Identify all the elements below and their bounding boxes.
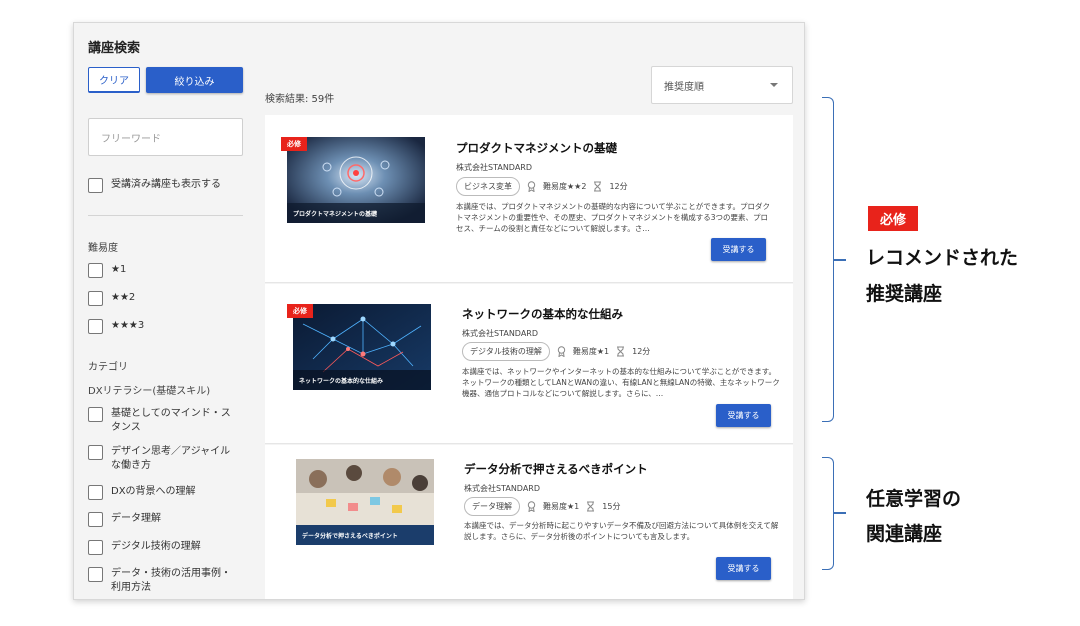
sidebar-title: 講座検索 <box>88 41 141 56</box>
clear-button[interactable]: クリア <box>88 67 140 93</box>
category-pill: データ理解 <box>464 497 520 516</box>
category-pill: デジタル技術の理解 <box>462 342 550 361</box>
required-badge: 必修 <box>287 304 313 318</box>
course-title[interactable]: プロダクトマネジメントの基礎 <box>456 140 617 156</box>
duration-text: 15分 <box>602 502 621 511</box>
category-label: データ・技術の活用事例・利用方法 <box>111 568 231 593</box>
checkbox[interactable] <box>88 445 103 460</box>
thumbnail-caption: データ分析で押さえるべきポイント <box>302 533 398 540</box>
course-company: 株式会社STANDARD <box>464 484 541 493</box>
category-group-label: DXリテラシー(基礎スキル) <box>88 386 211 397</box>
category-option[interactable]: DXの背景への理解 <box>88 485 196 500</box>
checkbox[interactable] <box>88 567 103 582</box>
filter-button[interactable]: 絞り込み <box>146 67 243 93</box>
sidebar-divider <box>88 215 243 216</box>
category-label: デザイン思考／アジャイルな働き方 <box>111 446 231 471</box>
course-meta: デジタル技術の理解 難易度★1 12分 <box>462 342 650 361</box>
category-pill: ビジネス変革 <box>456 177 520 196</box>
course-meta: データ理解 難易度★1 15分 <box>464 497 620 516</box>
results-count: 検索結果: 59件 <box>265 94 335 105</box>
category-heading: カテゴリ <box>88 362 128 373</box>
category-label: DXの背景への理解 <box>111 486 196 497</box>
annotation-optional-line2: 関連講座 <box>866 523 943 545</box>
optional-bracket <box>822 457 834 570</box>
difficulty-heading: 難易度 <box>88 243 118 254</box>
course-company: 株式会社STANDARD <box>456 163 533 172</box>
enroll-button[interactable]: 受講する <box>716 404 771 427</box>
thumbnail-caption: ネットワークの基本的な仕組み <box>299 378 384 385</box>
difficulty-label: ★★★3 <box>111 320 145 331</box>
difficulty-option-1[interactable]: ★1 <box>88 263 126 278</box>
course-thumbnail[interactable]: プロダクトマネジメントの基礎 <box>287 137 425 223</box>
free-word-input[interactable]: フリーワード <box>88 118 243 156</box>
difficulty-text: 難易度★1 <box>543 502 580 511</box>
award-icon <box>526 181 537 192</box>
checkbox[interactable] <box>88 407 103 422</box>
category-option[interactable]: データ・技術の活用事例・利用方法 <box>88 567 238 595</box>
hourglass-icon <box>615 346 626 357</box>
difficulty-label: ★1 <box>111 264 127 275</box>
course-description: 本講座では、プロダクトマネジメントの基礎的な内容について学ぶことができます。プロ… <box>456 202 771 233</box>
course-description: 本講座では、ネットワークやインターネットの基本的な仕組みについて学ぶことができま… <box>462 367 780 398</box>
category-label: 基礎としてのマインド・スタンス <box>111 408 231 433</box>
checkbox[interactable] <box>88 319 103 334</box>
checkbox[interactable] <box>88 263 103 278</box>
difficulty-option-3[interactable]: ★★★3 <box>88 319 144 334</box>
checkbox[interactable] <box>88 512 103 527</box>
enroll-button[interactable]: 受講する <box>716 557 771 580</box>
difficulty-text: 難易度★1 <box>572 347 610 356</box>
difficulty-text: 難易度★★2 <box>543 182 587 191</box>
search-sidebar: 講座検索 クリア 絞り込み フリーワード 受講済み講座も表示する 難易度 ★1 … <box>74 23 254 599</box>
course-card[interactable]: データ分析で押さえるべきポイント データ分析で押さえるべきポイント 株式会社ST… <box>265 445 793 599</box>
course-description: 本講座では、データ分析時に起こりやすいデータ不備及び回避方法について具体例を交え… <box>464 521 779 541</box>
checkbox[interactable] <box>88 178 103 193</box>
category-label: データ理解 <box>111 513 161 524</box>
annotation-optional-line1: 任意学習の <box>866 488 962 510</box>
sort-select[interactable]: 推奨度順 <box>651 66 793 104</box>
course-title[interactable]: データ分析で押さえるべきポイント <box>464 461 648 477</box>
course-meta: ビジネス変革 難易度★★2 12分 <box>456 177 628 196</box>
annotation-recommended-line1: レコメンドされた <box>866 247 1019 269</box>
category-option[interactable]: データ理解 <box>88 512 161 527</box>
course-search-window: 講座検索 クリア 絞り込み フリーワード 受講済み講座も表示する 難易度 ★1 … <box>73 22 805 600</box>
show-completed-option[interactable]: 受講済み講座も表示する <box>88 178 221 193</box>
checkbox[interactable] <box>88 540 103 555</box>
course-thumbnail[interactable]: ネットワークの基本的な仕組み <box>293 304 431 390</box>
category-option[interactable]: デザイン思考／アジャイルな働き方 <box>88 445 238 473</box>
chevron-down-icon <box>770 83 778 87</box>
annotation-required-badge: 必修 <box>868 206 919 231</box>
checkbox[interactable] <box>88 291 103 306</box>
category-option[interactable]: 基礎としてのマインド・スタンス <box>88 407 238 435</box>
enroll-button[interactable]: 受講する <box>711 238 766 261</box>
annotation-recommended-line2: 推奨講座 <box>866 283 943 305</box>
recommended-bracket <box>822 97 834 422</box>
sort-value: 推奨度順 <box>664 81 704 93</box>
optional-bracket-tick <box>834 512 846 514</box>
course-title[interactable]: ネットワークの基本的な仕組み <box>462 306 623 322</box>
course-thumbnail[interactable]: データ分析で押さえるべきポイント <box>296 459 434 545</box>
duration-text: 12分 <box>609 182 628 191</box>
duration-text: 12分 <box>632 347 651 356</box>
award-icon <box>556 346 567 357</box>
category-label: デジタル技術の理解 <box>111 541 201 552</box>
required-badge: 必修 <box>281 137 307 151</box>
course-card[interactable]: 必修 ネットワークの基本的な仕組み ネットワークの基本的な仕組み 株式会社STA… <box>265 284 793 444</box>
hourglass-icon <box>592 181 603 192</box>
course-card[interactable]: 必修 プロダクトマネジメントの基礎 プロダクトマネジメントの基礎 株式会社STA… <box>265 115 793 283</box>
checkbox[interactable] <box>88 485 103 500</box>
show-completed-label: 受講済み講座も表示する <box>111 179 221 190</box>
difficulty-label: ★★2 <box>111 292 136 303</box>
thumbnail-caption: プロダクトマネジメントの基礎 <box>293 211 378 218</box>
difficulty-option-2[interactable]: ★★2 <box>88 291 135 306</box>
award-icon <box>526 501 537 512</box>
recommended-bracket-tick <box>834 259 846 261</box>
hourglass-icon <box>585 501 596 512</box>
course-company: 株式会社STANDARD <box>462 329 539 338</box>
category-option[interactable]: デジタル技術の理解 <box>88 540 201 555</box>
